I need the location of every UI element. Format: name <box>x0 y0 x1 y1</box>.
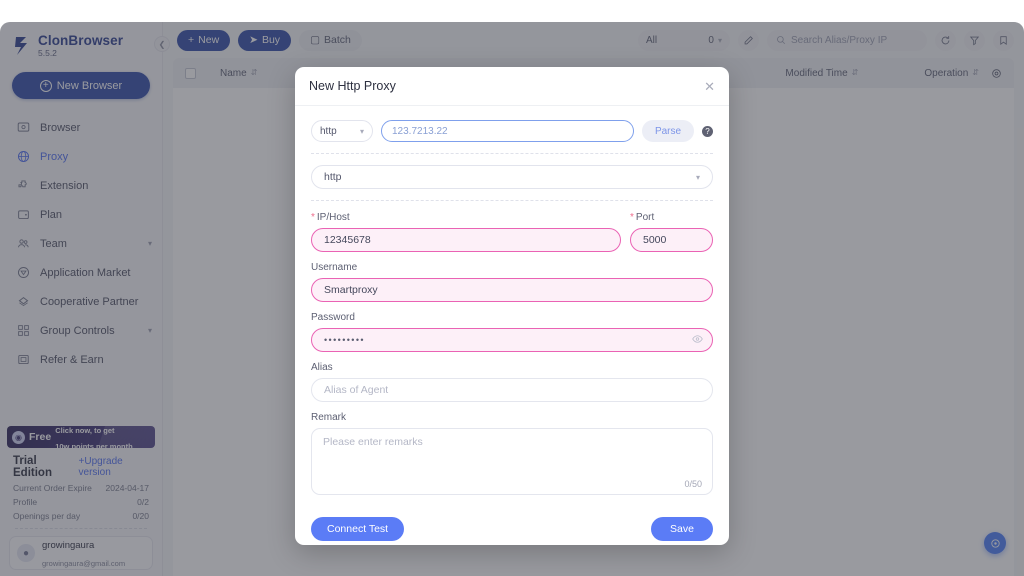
chevron-down-icon: ▾ <box>696 173 700 182</box>
required-star: * <box>311 212 315 223</box>
connect-test-label: Connect Test <box>327 523 388 535</box>
password-label: Password <box>311 312 713 323</box>
chevron-down-icon: ▾ <box>360 127 364 136</box>
protocol-select[interactable]: http ▾ <box>311 165 713 189</box>
close-icon[interactable]: ✕ <box>704 80 715 93</box>
alias-input[interactable]: Alias of Agent <box>311 378 713 402</box>
alias-field: Alias Alias of Agent <box>311 362 713 402</box>
alias-placeholder: Alias of Agent <box>324 384 388 396</box>
divider <box>311 153 713 154</box>
save-label: Save <box>670 523 694 535</box>
connect-test-button[interactable]: Connect Test <box>311 517 404 541</box>
ip-host-label: *IP/Host <box>311 212 621 223</box>
dialog-body: http ▾ 123.7213.22 Parse ? http ▾ <box>295 106 729 505</box>
divider <box>311 200 713 201</box>
username-field: Username Smartproxy <box>311 262 713 302</box>
eye-icon[interactable] <box>692 335 703 345</box>
host-port-row: *IP/Host 12345678 *Port 5000 <box>311 212 713 252</box>
port-label: *Port <box>630 212 713 223</box>
remark-placeholder: Please enter remarks <box>323 436 701 448</box>
username-value: Smartproxy <box>324 284 378 296</box>
protocol-select-value: http <box>324 171 342 183</box>
remark-counter: 0/50 <box>684 479 702 489</box>
dialog-footer: Connect Test Save <box>295 505 729 545</box>
parse-button[interactable]: Parse <box>642 120 694 142</box>
dialog-header: New Http Proxy ✕ <box>295 67 729 106</box>
parse-input-value: 123.7213.22 <box>392 126 448 137</box>
ip-host-input[interactable]: 12345678 <box>311 228 621 252</box>
save-button[interactable]: Save <box>651 517 713 541</box>
parse-row: http ▾ 123.7213.22 Parse ? <box>311 120 713 142</box>
password-input[interactable]: ••••••••• <box>311 328 713 352</box>
port-value: 5000 <box>643 234 666 246</box>
alias-label: Alias <box>311 362 713 373</box>
parse-button-label: Parse <box>655 126 681 137</box>
help-icon[interactable]: ? <box>702 126 713 137</box>
label-text: Port <box>636 212 654 223</box>
label-text: IP/Host <box>317 212 350 223</box>
ip-host-value: 12345678 <box>324 234 371 246</box>
parse-input[interactable]: 123.7213.22 <box>381 120 634 142</box>
dialog-title: New Http Proxy <box>309 79 704 93</box>
protocol-mini-value: http <box>320 126 337 137</box>
username-label: Username <box>311 262 713 273</box>
app-root: ClonBrowser 5.5.2 + New Browser Browser <box>0 0 1024 576</box>
remark-field: Remark Please enter remarks 0/50 <box>311 412 713 495</box>
password-value: ••••••••• <box>324 335 365 345</box>
password-field: Password ••••••••• <box>311 312 713 352</box>
remark-textarea[interactable]: Please enter remarks 0/50 <box>311 428 713 495</box>
new-http-proxy-dialog: New Http Proxy ✕ http ▾ 123.7213.22 Pars… <box>295 67 729 545</box>
remark-label: Remark <box>311 412 713 423</box>
protocol-mini-select[interactable]: http ▾ <box>311 120 373 142</box>
required-star: * <box>630 212 634 223</box>
username-input[interactable]: Smartproxy <box>311 278 713 302</box>
port-input[interactable]: 5000 <box>630 228 713 252</box>
